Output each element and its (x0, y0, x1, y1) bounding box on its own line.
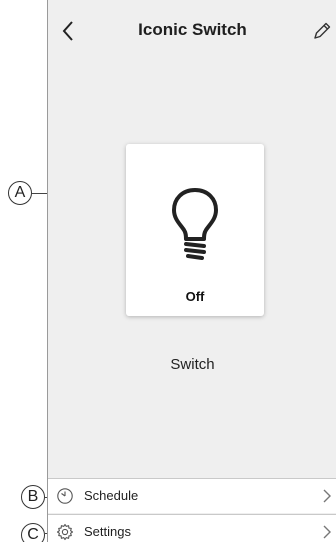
pencil-icon (314, 22, 331, 39)
callout-b: B (21, 485, 45, 509)
device-name-label: Switch (170, 356, 215, 373)
callout-a: A (8, 181, 32, 205)
menu-item-label: Settings (84, 524, 131, 539)
light-bulb-icon (172, 188, 218, 260)
chevron-right-icon (323, 489, 331, 503)
menu-item-label: Schedule (84, 488, 139, 503)
device-state-label: Off (185, 289, 205, 304)
clock-icon (57, 488, 73, 504)
phone-screen: Iconic Switch Off Switch Schedule Settin… (47, 0, 336, 542)
app-header: Iconic Switch (48, 0, 336, 62)
screenshot-stage: A B C Iconic Switch Off Switch Schedule … (0, 0, 336, 542)
menu-item-settings[interactable]: Settings (48, 514, 336, 542)
device-control-card[interactable]: Off (126, 144, 264, 316)
callout-c: C (21, 523, 45, 542)
gear-icon (56, 523, 74, 541)
edit-button[interactable] (311, 20, 333, 42)
menu-item-schedule[interactable]: Schedule (48, 478, 336, 513)
page-title: Iconic Switch (138, 20, 247, 39)
chevron-right-icon (323, 525, 331, 539)
